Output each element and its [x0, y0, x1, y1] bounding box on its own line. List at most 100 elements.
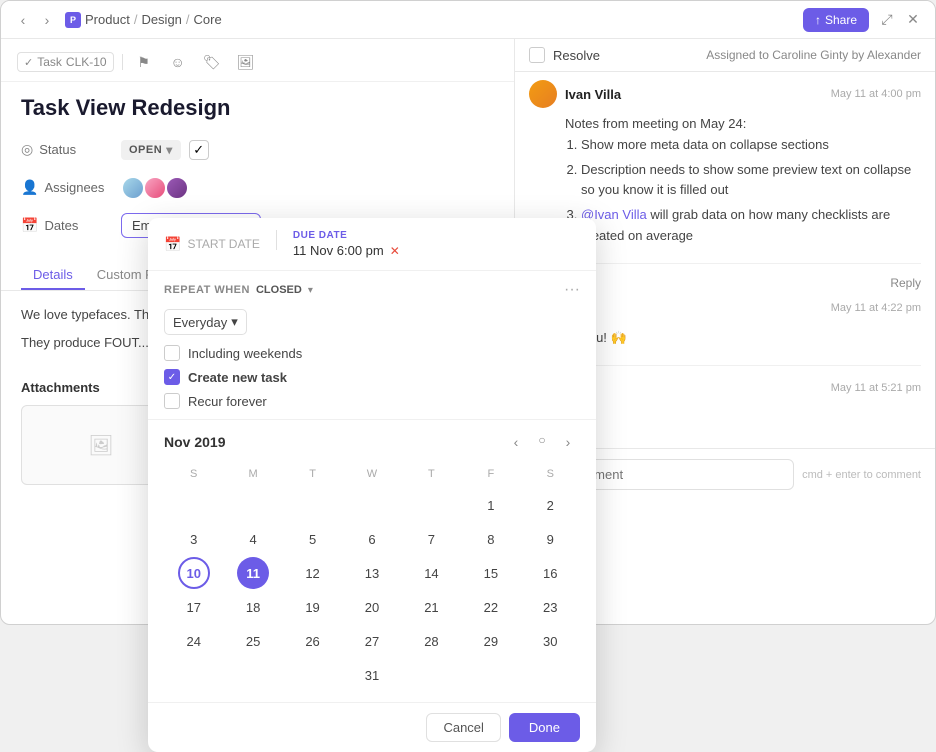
minimize-button[interactable]: ⤢	[877, 10, 897, 30]
calendar-day[interactable]: 18	[237, 591, 269, 623]
calendar-day[interactable]: 2	[534, 489, 566, 521]
title-bar-actions: ↑ Share ⤢ ✕	[803, 8, 923, 32]
calendar-day[interactable]: 15	[475, 557, 507, 589]
calendar-day[interactable]: 24	[178, 625, 210, 657]
including-weekends-row: Including weekends	[164, 345, 580, 361]
calendar-day[interactable]: 13	[356, 557, 388, 589]
repeat-options: Everyday ▾	[164, 309, 580, 335]
calendar-day[interactable]: 28	[415, 625, 447, 657]
calendar-day	[415, 659, 447, 691]
dates-label: 📅 Dates	[21, 217, 121, 234]
calendar-day[interactable]: 21	[415, 591, 447, 623]
repeat-checkboxes: Including weekends Create new task Recur…	[164, 345, 580, 409]
repeat-more-button[interactable]: ···	[564, 281, 580, 299]
calendar-day[interactable]: 31	[356, 659, 388, 691]
start-date-calendar-icon: 📅	[164, 236, 181, 253]
close-button[interactable]: ✕	[903, 10, 923, 30]
calendar-day[interactable]: 27	[356, 625, 388, 657]
assignees-icon: 👤	[21, 179, 38, 196]
comment-hint: cmd + enter to comment	[802, 469, 921, 481]
calendar-day[interactable]: 9	[534, 523, 566, 555]
status-icon: ◎	[21, 141, 33, 158]
title-bar: ‹ › P Product / Design / Core ↑ Share ⤢ …	[1, 1, 935, 39]
cancel-button[interactable]: Cancel	[426, 713, 500, 742]
resolve-checkbox[interactable]	[529, 47, 545, 63]
calendar-day[interactable]: 4	[237, 523, 269, 555]
calendar-day[interactable]: 16	[534, 557, 566, 589]
calendar-day	[237, 659, 269, 691]
forward-button[interactable]: ›	[37, 10, 57, 30]
recur-forever-label: Recur forever	[188, 394, 267, 409]
calendar-prev-button[interactable]: ‹	[504, 430, 528, 454]
recur-forever-checkbox[interactable]	[164, 393, 180, 409]
calendar-day[interactable]: 30	[534, 625, 566, 657]
calendar-day[interactable]: 20	[356, 591, 388, 623]
window-controls: ⤢ ✕	[877, 10, 923, 30]
avatar-2	[143, 176, 167, 200]
due-date-clear-button[interactable]: ✕	[390, 244, 400, 258]
status-check-button[interactable]: ✓	[189, 140, 209, 160]
calendar-day[interactable]: 6	[356, 523, 388, 555]
back-button[interactable]: ‹	[13, 10, 33, 30]
calendar-day[interactable]: 5	[297, 523, 329, 555]
status-open-badge[interactable]: OPEN ▾	[121, 140, 181, 160]
calendar-day[interactable]: 12	[297, 557, 329, 589]
repeat-header: REPEAT WHEN CLOSED ▾ ···	[164, 281, 580, 299]
avatar-3	[165, 176, 189, 200]
image-button[interactable]: 🖼	[233, 49, 259, 75]
emoji-button[interactable]: ☺	[165, 49, 191, 75]
calendar-day[interactable]: 11	[237, 557, 269, 589]
flag-button[interactable]: ⚑	[131, 49, 157, 75]
share-button[interactable]: ↑ Share	[803, 8, 869, 32]
calendar-day[interactable]: 29	[475, 625, 507, 657]
start-date-field: 📅 START DATE	[164, 230, 260, 258]
calendar-day[interactable]: 1	[475, 489, 507, 521]
status-value: OPEN ▾ ✓	[121, 140, 494, 160]
start-date-label: START DATE	[187, 237, 259, 251]
calendar-day	[475, 659, 507, 691]
due-date-value: 11 Nov 6:00 pm ✕	[293, 243, 400, 258]
including-weekends-checkbox[interactable]	[164, 345, 180, 361]
calendar-day[interactable]: 10	[178, 557, 210, 589]
due-date-field: DUE DATE 11 Nov 6:00 pm ✕	[293, 230, 400, 258]
status-label: ◎ Status	[21, 141, 121, 158]
tag-button[interactable]: 🏷	[199, 49, 225, 75]
create-new-task-row: Create new task	[164, 369, 580, 385]
date-modal-footer: Cancel Done	[148, 702, 596, 752]
date-modal: 📅 START DATE DUE DATE 11 Nov 6:00 pm ✕ R…	[148, 218, 596, 752]
calendar-day[interactable]: 26	[297, 625, 329, 657]
date-field-divider	[276, 230, 277, 250]
create-new-task-label: Create new task	[188, 370, 287, 385]
breadcrumb-product: Product	[85, 12, 130, 27]
calendar-day[interactable]: 7	[415, 523, 447, 555]
including-weekends-label: Including weekends	[188, 346, 302, 361]
create-new-task-checkbox[interactable]	[164, 369, 180, 385]
frequency-select[interactable]: Everyday ▾	[164, 309, 247, 335]
calendar-day[interactable]: 23	[534, 591, 566, 623]
calendar-day[interactable]: 8	[475, 523, 507, 555]
comment-header-1: Ivan Villa May 11 at 4:00 pm	[529, 80, 921, 108]
calendar-day[interactable]: 14	[415, 557, 447, 589]
done-button[interactable]: Done	[509, 713, 580, 742]
reply-button[interactable]: Reply	[890, 276, 921, 290]
calendar-day	[178, 659, 210, 691]
calendar-day[interactable]: 3	[178, 523, 210, 555]
comment-time-3: May 11 at 5:21 pm	[831, 382, 921, 394]
calendar-next-button[interactable]: ›	[556, 430, 580, 454]
date-modal-header: 📅 START DATE DUE DATE 11 Nov 6:00 pm ✕	[148, 218, 596, 271]
calendar-day	[237, 489, 269, 521]
calendar-section: Nov 2019 ‹ ○ › S M T W T F S 12345678910…	[148, 420, 596, 702]
calendar-day[interactable]: 17	[178, 591, 210, 623]
calendar-day[interactable]: 19	[297, 591, 329, 623]
status-dropdown-icon: ▾	[166, 143, 173, 157]
tab-details[interactable]: Details	[21, 261, 85, 290]
task-title: Task View Redesign	[21, 94, 494, 123]
task-tag: ✓ Task CLK-10	[17, 52, 114, 72]
calendar-day[interactable]: 22	[475, 591, 507, 623]
calendar-today-button[interactable]: ○	[532, 430, 552, 450]
calendar-day	[178, 489, 210, 521]
assignees-label: 👤 Assignees	[21, 179, 121, 196]
comment-name-1: Ivan Villa	[565, 87, 621, 102]
calendar-day[interactable]: 25	[237, 625, 269, 657]
due-date-label: DUE DATE	[293, 230, 400, 241]
